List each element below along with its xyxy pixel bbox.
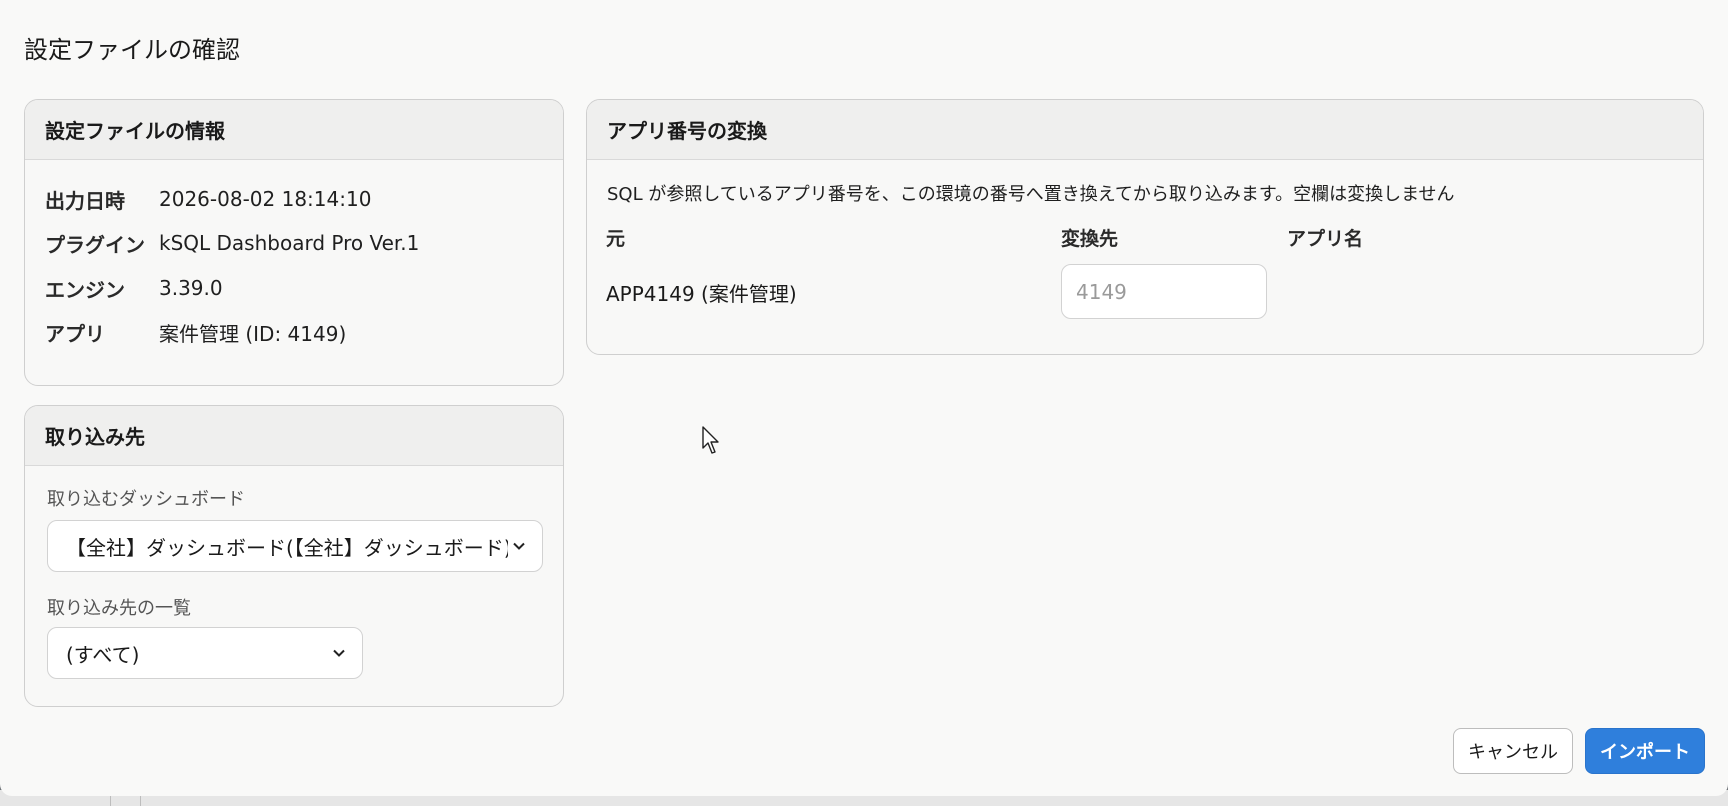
config-confirm-dialog: 設定ファイルの確認 設定ファイルの情報 出力日時 2026-08-02 18:1… — [0, 0, 1728, 796]
column-header-source: 元 — [606, 228, 626, 250]
chevron-down-icon — [333, 649, 345, 657]
column-header-app-name: アプリ名 — [1287, 228, 1364, 250]
conversion-description: SQL が参照しているアプリ番号を、この環境の番号へ置き換えてから取り込みます。… — [607, 184, 1455, 205]
card-title: 取り込み先 — [25, 406, 563, 466]
dashboard-select-label: 取り込むダッシュボード — [47, 489, 245, 510]
info-row-plugin: プラグイン kSQL Dashboard Pro Ver.1 — [45, 228, 419, 258]
conversion-target-input[interactable]: 4149 — [1061, 264, 1267, 319]
column-header-target: 変換先 — [1061, 228, 1119, 250]
info-label: エンジン — [45, 277, 125, 302]
info-label: プラグイン — [45, 232, 145, 257]
card-title: 設定ファイルの情報 — [25, 100, 563, 160]
dashboard-select[interactable]: 【全社】ダッシュボード(【全社】ダッシュボード) — タブ — [47, 520, 543, 572]
dashboard-select-value: 【全社】ダッシュボード(【全社】ダッシュボード) — タブ — [66, 535, 508, 560]
info-row-app: アプリ 案件管理 (ID: 4149) — [45, 317, 346, 347]
info-label: アプリ — [45, 321, 105, 346]
info-row-exported-at: 出力日時 2026-08-02 18:14:10 — [45, 184, 371, 214]
info-value: 2026-08-02 18:14:10 — [159, 187, 372, 211]
config-info-card: 設定ファイルの情報 出力日時 2026-08-02 18:14:10 プラグイン… — [24, 99, 564, 386]
mouse-cursor-icon — [702, 426, 719, 454]
destination-select-value: (すべて) — [66, 642, 140, 667]
destination-select[interactable]: (すべて) — [47, 627, 363, 679]
info-label: 出力日時 — [45, 188, 125, 213]
dialog-title: 設定ファイルの確認 — [24, 36, 240, 64]
import-target-card: 取り込み先 取り込むダッシュボード 【全社】ダッシュボード(【全社】ダッシュボー… — [24, 405, 564, 707]
info-row-engine: エンジン 3.39.0 — [45, 273, 223, 303]
info-value: kSQL Dashboard Pro Ver.1 — [159, 231, 420, 255]
chevron-down-icon — [513, 542, 525, 550]
card-title: アプリ番号の変換 — [587, 100, 1703, 160]
info-value: 3.39.0 — [159, 276, 223, 300]
destination-select-label: 取り込み先の一覧 — [47, 598, 191, 619]
cancel-button[interactable]: キャンセル — [1453, 728, 1573, 774]
import-button[interactable]: インポート — [1585, 728, 1705, 774]
conversion-source-app: APP4149 (案件管理) — [606, 282, 797, 306]
info-value: 案件管理 (ID: 4149) — [159, 321, 347, 346]
